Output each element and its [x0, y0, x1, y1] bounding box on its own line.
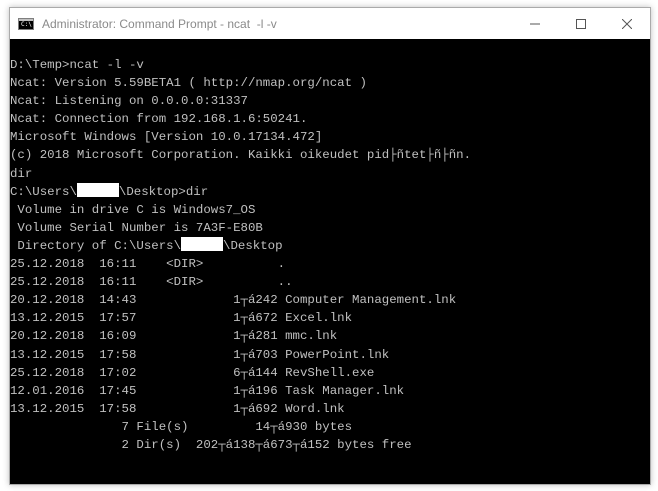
directory-line: Directory of C:\Users\ \Desktop: [10, 236, 640, 255]
directory-suffix: \Desktop: [223, 238, 283, 253]
listing-row: 20.12.2018 14:43 1┬á242 Computer Managem…: [10, 293, 457, 308]
icon-glyph: C:\: [21, 20, 32, 28]
console-line: Ncat: Connection from 192.168.1.6:50241.: [10, 112, 308, 127]
listing-row: 13.12.2015 17:58 1┬á692 Word.lnk: [10, 401, 345, 416]
summary-line: 2 Dir(s) 202┬á138┬á673┬á152 bytes free: [10, 437, 412, 452]
close-button[interactable]: [604, 8, 650, 39]
close-icon: [622, 18, 632, 29]
command-prompt-window: C:\ Administrator: Command Prompt - ncat…: [9, 7, 651, 485]
console-line: Volume in drive C is Windows7_OS: [10, 202, 256, 217]
maximize-button[interactable]: [558, 8, 604, 39]
maximize-icon: [576, 18, 586, 29]
minimize-icon: [530, 23, 540, 24]
command-prompt-icon[interactable]: C:\: [18, 17, 34, 30]
console-prompt-line: C:\Users\ \Desktop>dir: [10, 182, 640, 201]
console-line: Microsoft Windows [Version 10.0.17134.47…: [10, 130, 323, 145]
listing-row: 20.12.2018 16:09 1┬á281 mmc.lnk: [10, 329, 338, 344]
minimize-button[interactable]: [512, 8, 558, 39]
console-line: Ncat: Listening on 0.0.0.0:31337: [10, 94, 248, 109]
title-bar[interactable]: C:\ Administrator: Command Prompt - ncat…: [10, 8, 650, 39]
listing-row: 25.12.2018 16:11 <DIR> ..: [10, 275, 293, 290]
redacted-username: [181, 236, 224, 251]
console-line: Volume Serial Number is 7A3F-E80B: [10, 220, 263, 235]
console-line: D:\Temp>ncat -l -v: [10, 58, 144, 72]
console-line: dir: [10, 166, 33, 181]
summary-line: 7 File(s) 14┬á930 bytes: [10, 419, 353, 434]
redacted-username: [76, 182, 119, 197]
listing-row: 25.12.2018 16:11 <DIR> .: [10, 257, 286, 272]
listing-row: 25.12.2018 17:02 6┬á144 RevShell.exe: [10, 365, 375, 380]
console-output[interactable]: D:\Temp>ncat -l -v Ncat: Version 5.59BET…: [10, 56, 640, 484]
window-title: Administrator: Command Prompt - ncat -l …: [42, 16, 277, 31]
console-line: Ncat: Version 5.59BETA1 ( http://nmap.or…: [10, 76, 367, 91]
console-line: (c) 2018 Microsoft Corporation. Kaikki o…: [10, 148, 472, 163]
prompt-prefix: C:\Users\: [10, 184, 77, 199]
directory-prefix: Directory of C:\Users\: [10, 238, 182, 253]
listing-row: 13.12.2015 17:57 1┬á672 Excel.lnk: [10, 311, 353, 326]
listing-row: 12.01.2016 17:45 1┬á196 Task Manager.lnk: [10, 383, 405, 398]
prompt-suffix: \Desktop>dir: [118, 184, 209, 199]
listing-row: 13.12.2015 17:58 1┬á703 PowerPoint.lnk: [10, 347, 390, 362]
